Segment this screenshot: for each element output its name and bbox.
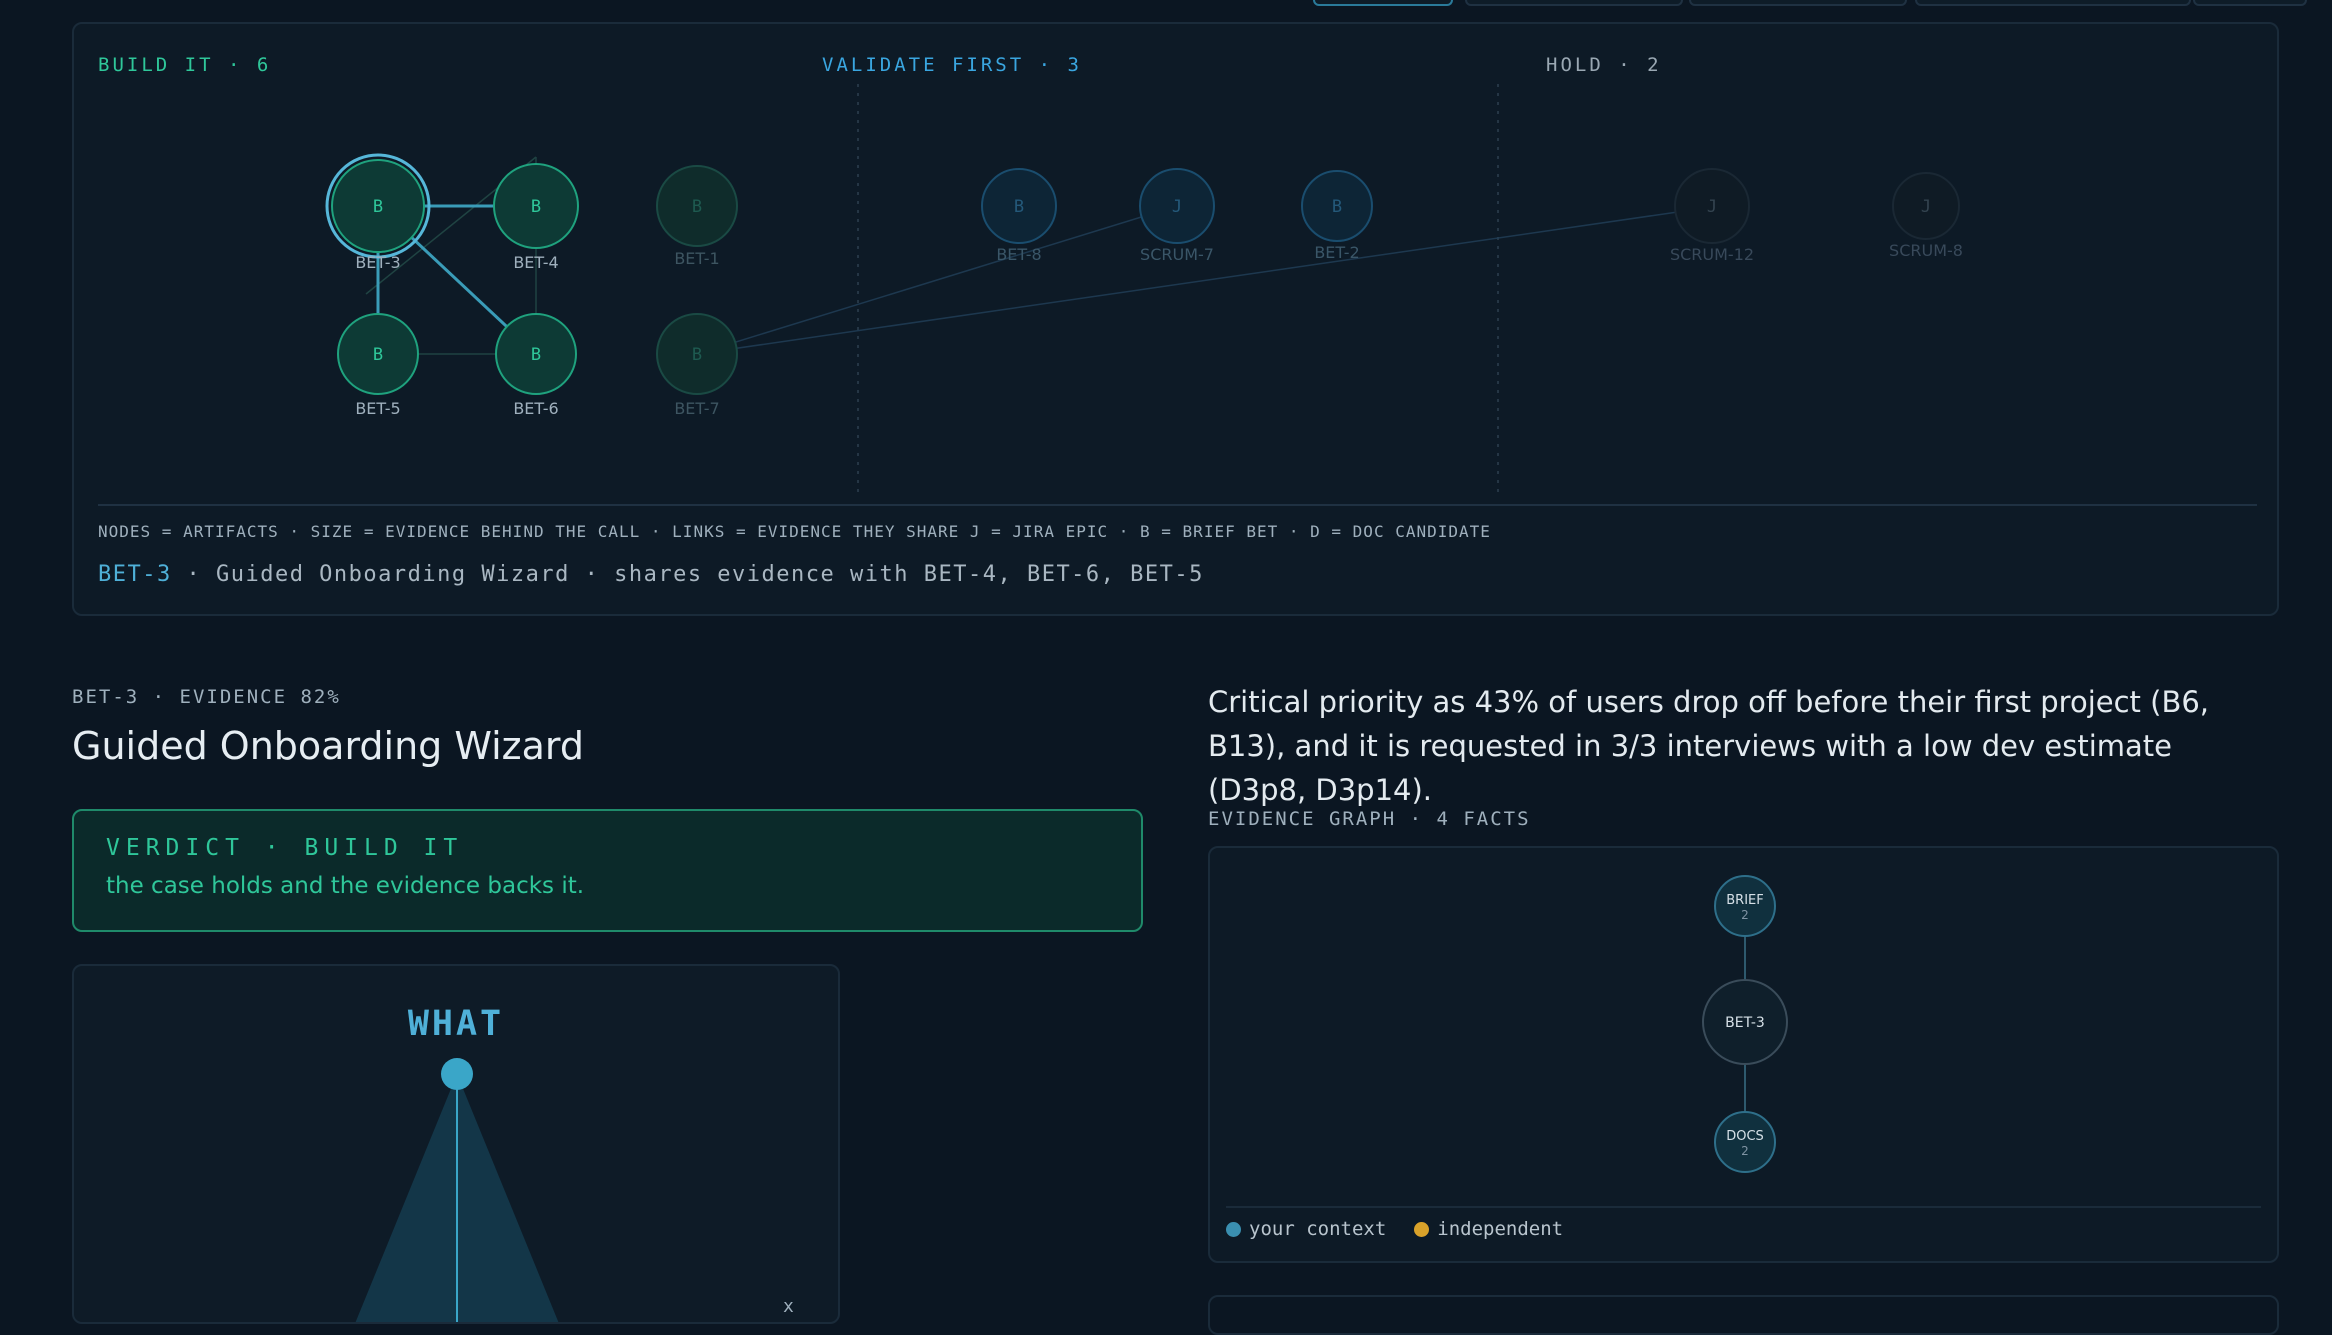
node-label: BET-5 (355, 399, 400, 418)
legend-dot (1414, 1221, 1430, 1237)
node-label: SCRUM-8 (1889, 241, 1963, 260)
node-glyph: B (692, 197, 702, 217)
node-label: BET-7 (674, 399, 719, 418)
node-glyph: B (692, 345, 702, 365)
artifact-node-scrum-8[interactable]: J SCRUM-8 (1889, 172, 1963, 260)
view-tab[interactable] (1915, 0, 2191, 6)
verdict-card: VERDICT · BUILD IT the case holds and th… (72, 809, 1143, 932)
artifact-node-bet-1[interactable]: B BET-1 (656, 165, 738, 268)
artifact-node-scrum-12[interactable]: J SCRUM-12 (1670, 168, 1754, 264)
triage-map-panel: BUILD IT · 6 VALIDATE FIRST · 3 HOLD · 2… (72, 22, 2279, 616)
artifact-node-bet-2[interactable]: B BET-2 (1301, 170, 1373, 262)
graph-divider (1226, 1206, 2261, 1208)
node-label: BET-8 (996, 245, 1041, 264)
graph-legend: your context independent (1226, 1218, 1563, 1240)
node-glyph: J (1921, 197, 1931, 217)
evidence-graph-card: BRIEF 2 BET-3 DOCS 2 your context indepe… (1208, 846, 2279, 1263)
node-glyph: J (1172, 197, 1182, 217)
map-legend: NODES = ARTIFACTS · SIZE = EVIDENCE BEHI… (98, 522, 1491, 541)
legend-label: your context (1249, 1218, 1387, 1240)
node-glyph: B (1332, 197, 1342, 217)
node-label: SCRUM-12 (1670, 245, 1754, 264)
verdict-text: the case holds and the evidence backs it… (106, 873, 585, 899)
selection-id[interactable]: BET-3 (98, 562, 172, 587)
what-radar: x (355, 1058, 794, 1322)
graph-node-label: DOCS (1726, 1129, 1764, 1144)
artifact-node-bet-8[interactable]: B BET-8 (981, 168, 1057, 264)
artifact-node-scrum-7[interactable]: J SCRUM-7 (1139, 168, 1215, 264)
node-glyph: J (1707, 197, 1717, 217)
node-glyph: B (531, 345, 541, 365)
view-tab[interactable] (1465, 0, 1683, 6)
artifact-node-bet-5[interactable]: B BET-5 (337, 313, 419, 418)
page-title: Guided Onboarding Wizard (72, 724, 584, 768)
node-glyph: B (373, 345, 383, 365)
graph-node-count: 2 (1741, 908, 1749, 922)
verdict-reason: Critical priority as 43% of users drop o… (1208, 685, 2210, 807)
node-label: BET-4 (513, 253, 558, 272)
graph-node-count: 2 (1741, 1144, 1749, 1158)
node-label: BET-6 (513, 399, 558, 418)
artifact-node-bet-7[interactable]: B BET-7 (656, 313, 738, 418)
node-label: BET-3 (355, 253, 400, 272)
artifact-node-bet-3[interactable]: B BET-3 (325, 153, 431, 272)
detail-meta: BET-3 · EVIDENCE 82% (72, 686, 341, 708)
verdict-label: VERDICT · BUILD IT (106, 835, 464, 861)
selection-text: · Guided Onboarding Wizard · shares evid… (171, 562, 1204, 587)
legend-item-independent: independent (1414, 1218, 1563, 1240)
legend-dot (1226, 1221, 1241, 1237)
graph-node-label: BRIEF (1726, 893, 1763, 908)
artifact-node-bet-6[interactable]: B BET-6 (495, 313, 577, 418)
legend-item-context: your context (1226, 1218, 1386, 1240)
artifact-node-bet-4[interactable]: B BET-4 (493, 163, 579, 272)
close-icon: x (783, 1296, 794, 1317)
node-label: BET-2 (1314, 243, 1359, 262)
radar-vertex (441, 1058, 473, 1090)
node-label: BET-1 (674, 249, 719, 268)
node-glyph: B (531, 197, 541, 217)
evidence-graph: BRIEF 2 BET-3 DOCS 2 (1702, 875, 1788, 1173)
evidence-graph-label: EVIDENCE GRAPH · 4 FACTS (1208, 808, 1531, 830)
graph-node-label: BET-3 (1725, 1015, 1765, 1031)
what-card: WHAT x (72, 964, 840, 1324)
view-tab[interactable] (2193, 0, 2307, 6)
view-tab[interactable] (1689, 0, 1907, 6)
selection-summary: BET-3 · Guided Onboarding Wizard · share… (98, 562, 1204, 587)
node-glyph: B (373, 197, 383, 217)
legend-label: independent (1437, 1218, 1564, 1240)
next-card (1208, 1295, 2279, 1335)
node-label: SCRUM-7 (1140, 245, 1214, 264)
node-glyph: B (1014, 197, 1024, 217)
view-tab[interactable] (1313, 0, 1453, 6)
